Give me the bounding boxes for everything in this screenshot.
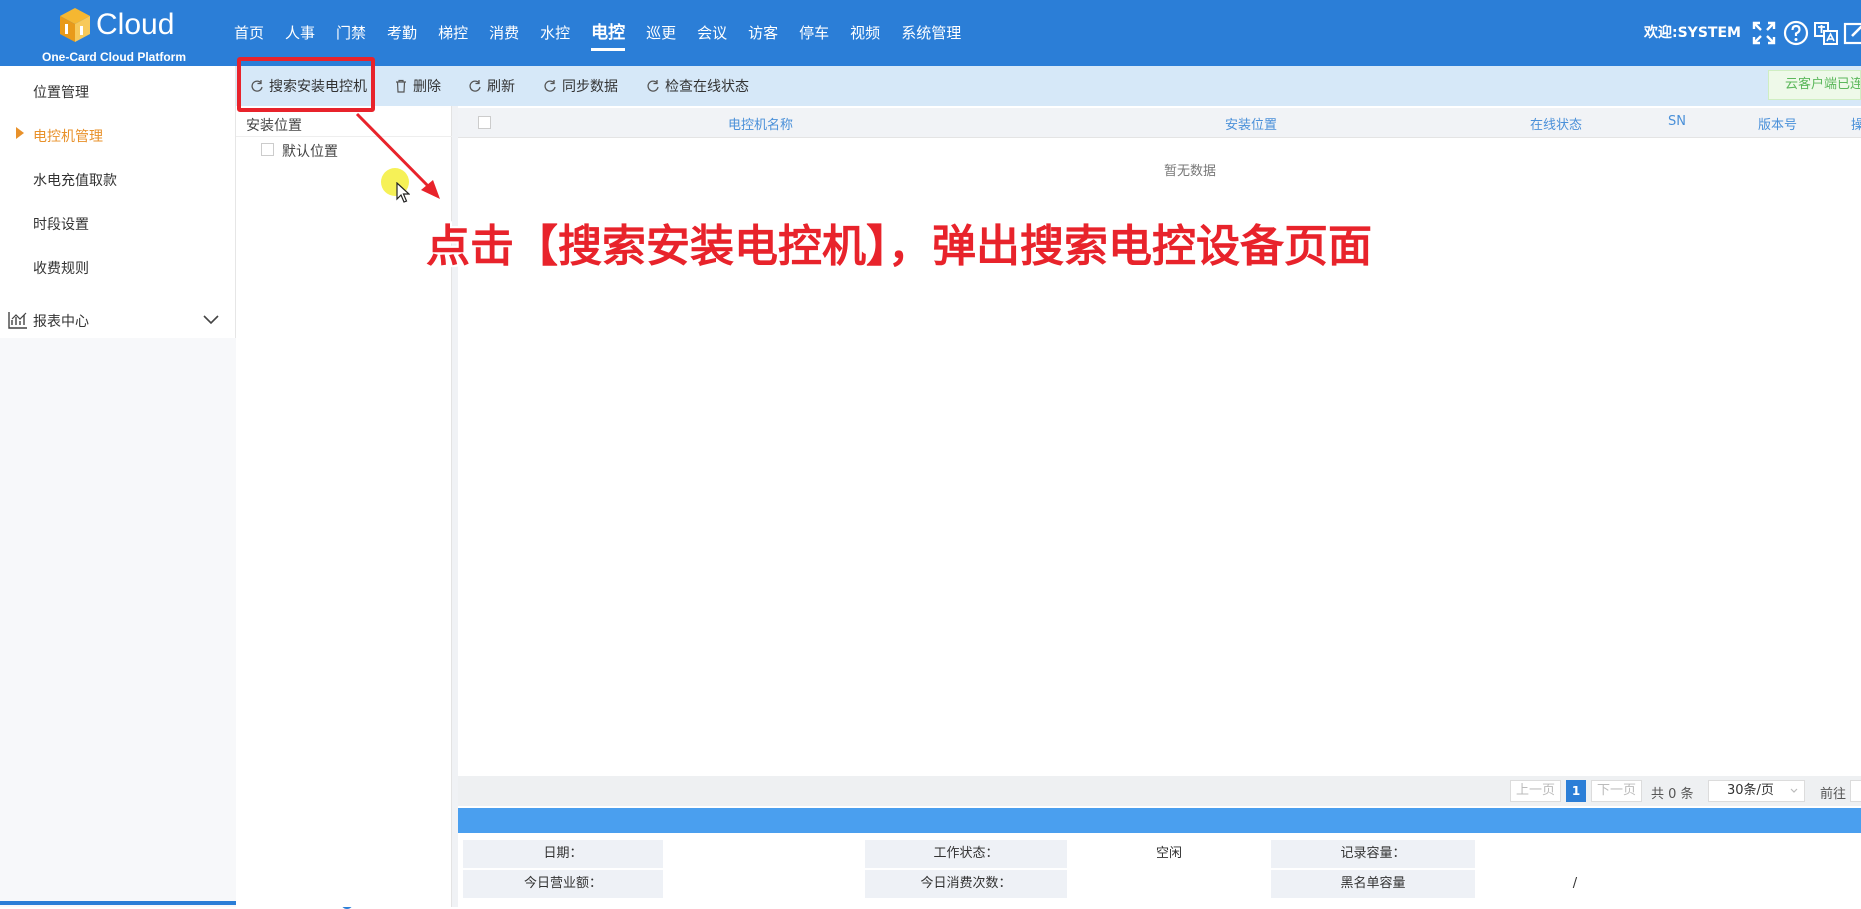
- work-status-label: 工作状态：: [865, 840, 1067, 868]
- chart-icon: [8, 312, 27, 329]
- page-size-select[interactable]: 30条/页: [1708, 780, 1805, 802]
- chevron-down-icon[interactable]: [202, 314, 220, 326]
- cloud-status-badge: 云客户端已连: [1768, 70, 1861, 100]
- sync-data-button[interactable]: 同步数据: [543, 76, 618, 96]
- record-capacity-label: 记录容量：: [1271, 840, 1475, 868]
- nav-item-video[interactable]: 视频: [850, 19, 880, 47]
- nav-item-attendance[interactable]: 考勤: [387, 19, 417, 47]
- sidebar-item-location[interactable]: 位置管理: [33, 82, 89, 102]
- brand-name: Cloud: [96, 8, 175, 41]
- current-page[interactable]: 1: [1566, 780, 1586, 802]
- logo[interactable]: Cloud One-Card Cloud Platform: [40, 4, 190, 64]
- prev-page-button[interactable]: 上一页: [1510, 780, 1562, 802]
- nav-item-water[interactable]: 水控: [540, 19, 570, 47]
- info-header-bar: [458, 808, 1861, 833]
- next-page-button[interactable]: 下一页: [1591, 780, 1643, 802]
- sidebar-empty-area: [0, 338, 236, 907]
- refresh-label: 刷新: [487, 79, 515, 95]
- goto-input[interactable]: [1850, 780, 1861, 802]
- location-tree: 安装位置 默认位置: [236, 106, 452, 907]
- nav-item-consumption[interactable]: 消费: [489, 19, 519, 47]
- today-revenue-value: [663, 870, 865, 898]
- toolbar: 搜索安装电控机 删除 刷新 同步数据 检查在线状态 云客户端已连: [236, 66, 1861, 106]
- column-header-name[interactable]: 电控机名称: [728, 114, 793, 133]
- column-header-location[interactable]: 安装位置: [1225, 114, 1277, 133]
- welcome-user[interactable]: 欢迎:SYSTEM: [1644, 22, 1741, 42]
- check-online-label: 检查在线状态: [665, 79, 749, 95]
- sidebar-item-recharge[interactable]: 水电充值取款: [33, 170, 117, 190]
- empty-placeholder: 暂无数据: [1164, 164, 1217, 179]
- tree-node-checkbox[interactable]: [261, 143, 274, 156]
- select-all-checkbox[interactable]: [478, 116, 491, 129]
- active-arrow-icon: [16, 127, 24, 139]
- nav-item-system[interactable]: 系统管理: [901, 19, 961, 47]
- edit-icon[interactable]: [1842, 19, 1861, 47]
- refresh-button[interactable]: 刷新: [468, 76, 515, 96]
- check-online-button[interactable]: 检查在线状态: [646, 76, 749, 96]
- blacklist-capacity-label: 黑名单容量: [1271, 870, 1475, 898]
- total-count: 共 0 条: [1651, 787, 1694, 802]
- nav-item-meeting[interactable]: 会议: [697, 19, 727, 47]
- fullscreen-icon[interactable]: [1750, 19, 1778, 47]
- record-capacity-value: [1475, 840, 1861, 868]
- page-size-value: 30条/页: [1727, 783, 1774, 798]
- brand-subtitle: One-Card Cloud Platform: [42, 50, 187, 64]
- blacklist-capacity-value: /: [1572, 876, 1578, 891]
- mouse-pointer-icon: [396, 182, 410, 203]
- help-icon[interactable]: [1782, 19, 1810, 47]
- sync-data-label: 同步数据: [562, 79, 618, 95]
- sidebar-item-report[interactable]: 报表中心: [8, 302, 230, 338]
- annotation-caption: 点击【搜索安装电控机】，弹出搜索电控设备页面: [426, 221, 1372, 272]
- cube-logo-icon: [60, 8, 90, 42]
- today-revenue-label: 今日营业额：: [463, 870, 663, 898]
- nav-item-personnel[interactable]: 人事: [285, 19, 315, 47]
- today-count-value: [1067, 870, 1271, 898]
- nav-item-electric[interactable]: 电控: [591, 19, 626, 51]
- nav-item-parking[interactable]: 停车: [799, 19, 829, 47]
- sync-icon: [544, 80, 556, 92]
- sidebar: 位置管理 电控机管理 水电充值取款 时段设置 收费规则 报表中心: [0, 66, 236, 907]
- work-status-value: 空闲: [1155, 846, 1182, 861]
- column-header-actions[interactable]: 操: [1851, 114, 1861, 133]
- goto-label: 前往: [1820, 787, 1847, 802]
- tree-header: 安装位置: [246, 118, 302, 134]
- date-label: 日期：: [463, 840, 663, 868]
- controller-table: 电控机名称 安装位置 在线状态 SN 版本号 操 暂无数据: [458, 108, 1861, 776]
- nav-item-patrol[interactable]: 巡更: [646, 19, 676, 47]
- sidebar-item-controller[interactable]: 电控机管理: [33, 126, 103, 146]
- sidebar-item-charge-rules[interactable]: 收费规则: [33, 258, 89, 278]
- nav-item-access[interactable]: 门禁: [336, 19, 366, 47]
- nav-item-visitor[interactable]: 访客: [748, 19, 778, 47]
- trash-icon: [396, 79, 406, 93]
- column-header-online-status[interactable]: 在线状态: [1530, 114, 1582, 133]
- pagination: 上一页 1 下一页 共 0 条 30条/页 前往: [458, 776, 1861, 806]
- refresh-icon: [469, 80, 481, 92]
- sidebar-item-time-period[interactable]: 时段设置: [33, 214, 89, 234]
- highlight-box: [237, 57, 375, 112]
- delete-button[interactable]: 删除: [394, 76, 441, 96]
- device-info-panel: 日期： 工作状态： 空闲 记录容量： 今日营业额： 今日消费次数： 黑名单容量 …: [458, 833, 1861, 907]
- delete-label: 删除: [413, 79, 441, 95]
- column-header-version[interactable]: 版本号: [1758, 114, 1797, 133]
- sidebar-report-label: 报表中心: [33, 314, 89, 330]
- today-count-label: 今日消费次数：: [865, 870, 1067, 898]
- tree-node-default-location[interactable]: 默认位置: [282, 141, 338, 161]
- divider: [236, 136, 452, 137]
- column-header-sn[interactable]: SN: [1668, 114, 1686, 129]
- refresh-icon: [647, 80, 659, 92]
- chevron-down-icon: [1790, 788, 1798, 793]
- language-icon[interactable]: [1812, 19, 1840, 47]
- nav-item-elevator[interactable]: 梯控: [438, 19, 468, 47]
- nav-item-home[interactable]: 首页: [234, 19, 264, 47]
- table-header: 电控机名称 安装位置 在线状态 SN 版本号 操: [458, 108, 1861, 138]
- date-value: [663, 840, 865, 868]
